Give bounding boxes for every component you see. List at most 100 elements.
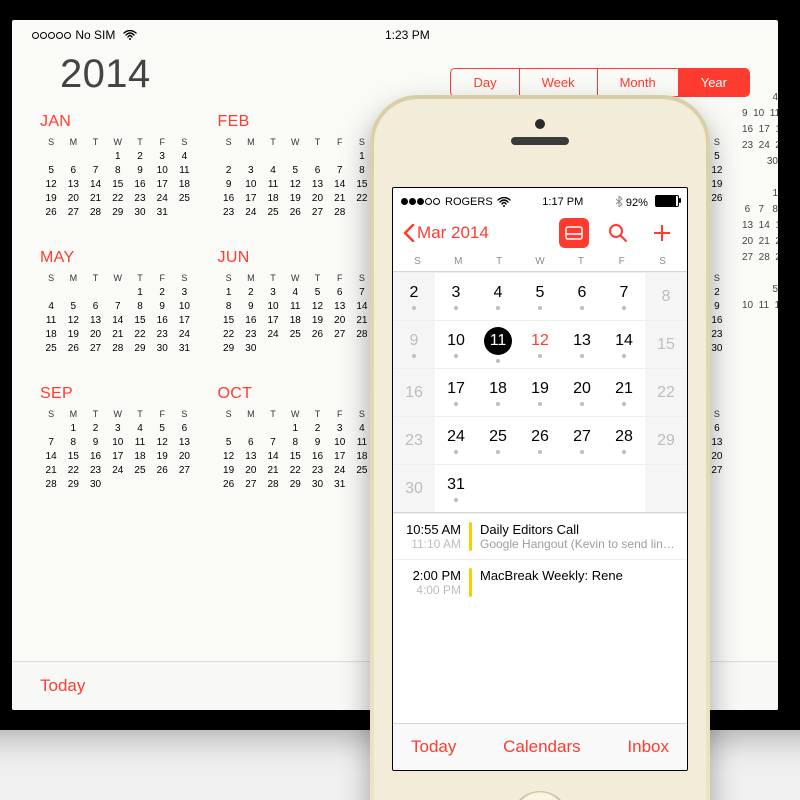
day-cell[interactable]: 23 bbox=[393, 417, 435, 464]
day-cell[interactable]: 30 bbox=[393, 465, 435, 512]
search-button[interactable] bbox=[603, 218, 633, 248]
iphone-nav-bar: Mar 2014 bbox=[393, 214, 687, 256]
event-row[interactable]: 10:55 AM11:10 AMDaily Editors CallGoogle… bbox=[393, 513, 687, 559]
search-icon bbox=[608, 223, 628, 243]
seg-year[interactable]: Year bbox=[679, 69, 749, 96]
month-label: JAN bbox=[40, 113, 196, 131]
event-dot-icon bbox=[454, 498, 458, 502]
day-cell[interactable]: 20 bbox=[561, 369, 603, 416]
month-block[interactable]: OCTSMTWTFS123456789101112131415161718192… bbox=[218, 385, 396, 505]
back-button[interactable]: Mar 2014 bbox=[403, 223, 489, 243]
day-cell[interactable]: 7 bbox=[603, 273, 645, 320]
event-row[interactable]: 2:00 PM4:00 PMMacBreak Weekly: Rene bbox=[393, 559, 687, 605]
day-cell[interactable]: 25 bbox=[477, 417, 519, 464]
add-button[interactable] bbox=[647, 218, 677, 248]
day-cell[interactable]: 24 bbox=[435, 417, 477, 464]
weekday-label: M bbox=[438, 256, 479, 267]
day-cell[interactable]: 21 bbox=[603, 369, 645, 416]
day-cell[interactable]: 4 bbox=[477, 273, 519, 320]
inbox-button[interactable]: Inbox bbox=[627, 737, 669, 757]
battery-icon bbox=[655, 195, 679, 207]
day-cell[interactable]: 5 bbox=[519, 273, 561, 320]
event-color-bar bbox=[469, 568, 472, 597]
weekday-label: F bbox=[601, 256, 642, 267]
event-dot-icon bbox=[454, 402, 458, 406]
event-dot-icon bbox=[454, 450, 458, 454]
event-dot-icon bbox=[580, 306, 584, 310]
day-cell[interactable]: 22 bbox=[645, 369, 687, 416]
month-label: JUN bbox=[218, 249, 374, 267]
event-dot-icon bbox=[538, 402, 542, 406]
back-label: Mar 2014 bbox=[417, 223, 489, 243]
day-cell[interactable]: 15 bbox=[645, 321, 687, 368]
day-cell[interactable]: 17 bbox=[435, 369, 477, 416]
event-dot-icon bbox=[538, 354, 542, 358]
day-cell[interactable]: 29 bbox=[645, 417, 687, 464]
iphone-tab-bar: Today Calendars Inbox bbox=[393, 723, 687, 770]
day-cell[interactable]: 6 bbox=[561, 273, 603, 320]
wifi-icon bbox=[123, 30, 137, 40]
iphone-home-button[interactable] bbox=[511, 791, 569, 800]
iphone-status-bar: ROGERS 1:17 PM 92% bbox=[393, 188, 687, 214]
event-list[interactable]: 10:55 AM11:10 AMDaily Editors CallGoogle… bbox=[393, 513, 687, 605]
weekday-header: SMTWTFS bbox=[393, 256, 687, 272]
weekday-label: T bbox=[479, 256, 520, 267]
year-label: 2014 bbox=[60, 52, 151, 97]
view-segmented-control[interactable]: Day Week Month Year bbox=[450, 68, 750, 97]
seg-week[interactable]: Week bbox=[520, 69, 598, 96]
day-cell[interactable]: 9 bbox=[393, 321, 435, 368]
event-dot-icon bbox=[538, 306, 542, 310]
month-block[interactable]: SEPSMTWTFS123456789101112131415161718192… bbox=[40, 385, 218, 505]
signal-icon bbox=[32, 28, 72, 42]
event-dot-icon bbox=[580, 450, 584, 454]
today-button[interactable]: Today bbox=[411, 737, 456, 757]
day-cell[interactable]: 3 bbox=[435, 273, 477, 320]
event-subtitle: Google Hangout (Kevin to send link… bbox=[480, 537, 677, 551]
day-cell[interactable]: 8 bbox=[645, 273, 687, 320]
list-view-button[interactable] bbox=[559, 218, 589, 248]
event-title: MacBreak Weekly: Rene bbox=[480, 568, 677, 583]
bluetooth-icon bbox=[615, 196, 623, 207]
month-calendar[interactable]: 2345678910111213141516171819202122232425… bbox=[393, 272, 687, 513]
day-cell[interactable]: 27 bbox=[561, 417, 603, 464]
day-cell[interactable]: 11 bbox=[477, 321, 519, 368]
month-block[interactable]: JUNSMTWTFS123456789101112131415161718192… bbox=[218, 249, 396, 369]
event-dot-icon bbox=[496, 306, 500, 310]
month-label: SEP bbox=[40, 385, 196, 403]
day-cell[interactable]: 16 bbox=[393, 369, 435, 416]
day-cell[interactable]: 10 bbox=[435, 321, 477, 368]
month-block[interactable]: FEBSMTWTFS123456789101112131415161718192… bbox=[218, 113, 396, 233]
event-dot-icon bbox=[622, 306, 626, 310]
iphone-top-hardware bbox=[374, 119, 706, 145]
event-dot-icon bbox=[454, 306, 458, 310]
day-cell[interactable]: 13 bbox=[561, 321, 603, 368]
day-cell[interactable]: 31 bbox=[435, 465, 477, 512]
day-cell bbox=[477, 465, 519, 512]
today-button[interactable]: Today bbox=[40, 676, 85, 696]
month-block[interactable]: MAYSMTWTFS123456789101112131415161718192… bbox=[40, 249, 218, 369]
day-cell[interactable]: 19 bbox=[519, 369, 561, 416]
day-cell[interactable]: 26 bbox=[519, 417, 561, 464]
day-cell[interactable]: 18 bbox=[477, 369, 519, 416]
event-color-bar bbox=[469, 522, 472, 551]
month-block[interactable]: JANSMTWTFS123456789101112131415161718192… bbox=[40, 113, 218, 233]
calendars-button[interactable]: Calendars bbox=[503, 737, 581, 757]
event-dot-icon bbox=[622, 450, 626, 454]
battery-pct: 92% bbox=[626, 197, 648, 209]
battery-label: 92% bbox=[615, 195, 679, 209]
weekday-label: S bbox=[642, 256, 683, 267]
carrier-text: No SIM bbox=[75, 28, 115, 42]
month-label: MAY bbox=[40, 249, 196, 267]
day-cell[interactable]: 28 bbox=[603, 417, 645, 464]
day-cell[interactable]: 12 bbox=[519, 321, 561, 368]
day-cell[interactable]: 2 bbox=[393, 273, 435, 320]
event-dot-icon bbox=[622, 402, 626, 406]
seg-month[interactable]: Month bbox=[598, 69, 679, 96]
seg-day[interactable]: Day bbox=[451, 69, 519, 96]
event-dot-icon bbox=[580, 402, 584, 406]
event-dot-icon bbox=[454, 354, 458, 358]
day-cell[interactable]: 14 bbox=[603, 321, 645, 368]
signal-icon bbox=[401, 196, 441, 208]
event-dot-icon bbox=[496, 402, 500, 406]
iphone-device: ROGERS 1:17 PM 92% Mar 2014 bbox=[370, 95, 710, 800]
